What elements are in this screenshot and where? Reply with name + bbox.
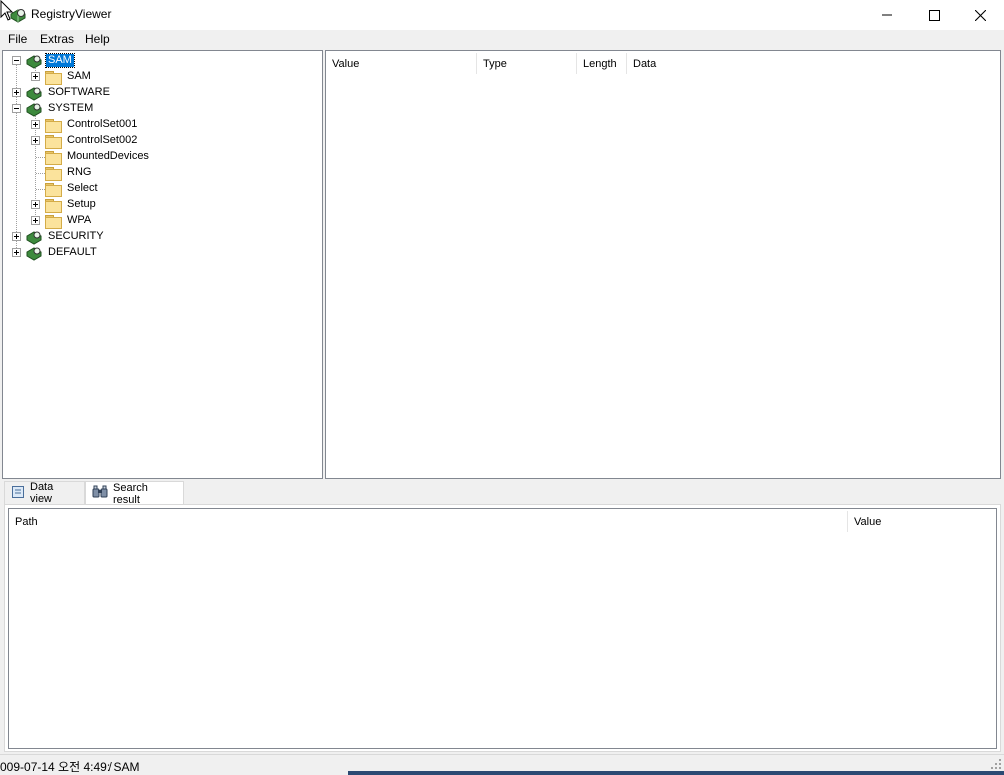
tree-node-label: SYSTEM xyxy=(48,102,94,114)
expand-toggle[interactable] xyxy=(31,120,40,129)
mouse-cursor-icon xyxy=(0,0,14,25)
folder-icon xyxy=(45,119,62,133)
registry-hive-icon xyxy=(25,53,43,72)
tab-label: Data view xyxy=(30,481,54,505)
tree-connector-line xyxy=(36,189,45,190)
expand-toggle[interactable] xyxy=(12,232,21,241)
expand-toggle[interactable] xyxy=(31,136,40,145)
tree-node-label: Select xyxy=(67,182,98,194)
maximize-button[interactable] xyxy=(911,0,957,30)
expand-toggle[interactable] xyxy=(31,216,40,225)
search-result-panel: Path Value xyxy=(4,504,1001,752)
document-icon xyxy=(11,485,25,502)
taskbar-edge xyxy=(348,771,1004,775)
tree-node-label: DEFAULT xyxy=(48,246,97,258)
window-title: RegistryViewer xyxy=(31,7,112,21)
tree-connector-line xyxy=(36,173,45,174)
menu-bar: File Extras Help xyxy=(0,30,1004,49)
status-text: 009-07-14 오전 4:49:̸ SAM xyxy=(0,760,140,774)
tab-label: Search result xyxy=(113,481,148,506)
folder-icon xyxy=(45,199,62,213)
tab-search-result[interactable]: Search result xyxy=(85,481,184,506)
tree-node-label: Setup xyxy=(67,198,96,210)
column-header-value[interactable]: Value xyxy=(326,52,476,76)
binoculars-icon xyxy=(92,485,108,502)
collapse-toggle[interactable] xyxy=(12,104,21,113)
tree-node-label: SAM xyxy=(45,53,75,68)
tree-node-label: SECURITY xyxy=(48,230,104,242)
menu-help[interactable]: Help xyxy=(81,32,114,46)
tree-node-label: WPA xyxy=(67,214,92,226)
collapse-toggle[interactable] xyxy=(12,56,21,65)
search-result-list[interactable]: Path Value xyxy=(8,508,997,749)
tree-node-label: SAM xyxy=(67,70,91,82)
menu-file[interactable]: File xyxy=(4,32,31,46)
tab-data-view[interactable]: Data view xyxy=(4,481,85,505)
column-header-path[interactable]: Path xyxy=(9,510,847,534)
folder-icon xyxy=(45,151,62,165)
tree-connector-line xyxy=(36,157,45,158)
tree-node-label: SOFTWARE xyxy=(48,86,110,98)
column-header-search-value[interactable]: Value xyxy=(848,510,996,534)
expand-toggle[interactable] xyxy=(12,88,21,97)
folder-icon xyxy=(45,135,62,149)
close-button[interactable] xyxy=(957,0,1003,30)
column-header-type[interactable]: Type xyxy=(477,52,576,76)
minimize-icon xyxy=(882,14,892,16)
minimize-button[interactable] xyxy=(864,0,910,30)
registry-tree[interactable]: SAM SAM SOFTWARE SYSTEM ControlSet001 Co… xyxy=(2,50,323,479)
tree-node-label: RNG xyxy=(67,166,92,178)
tree-node-label: ControlSet001 xyxy=(67,118,138,130)
tree-node-label: ControlSet002 xyxy=(67,134,138,146)
expand-toggle[interactable] xyxy=(31,200,40,209)
expand-toggle[interactable] xyxy=(12,248,21,257)
column-header-data[interactable]: Data xyxy=(627,52,997,76)
close-icon xyxy=(974,9,986,21)
column-header-length[interactable]: Length xyxy=(577,52,626,76)
menu-extras[interactable]: Extras xyxy=(36,32,78,46)
maximize-icon xyxy=(928,9,940,21)
folder-icon xyxy=(45,215,62,229)
folder-icon xyxy=(45,183,62,197)
title-bar: RegistryViewer xyxy=(0,0,1004,30)
tree-node-label: MountedDevices xyxy=(67,150,149,162)
registry-hive-icon xyxy=(25,245,43,264)
registry-hive-icon xyxy=(25,101,43,120)
folder-icon xyxy=(45,167,62,181)
folder-icon xyxy=(45,71,62,85)
values-list[interactable]: Value Type Length Data xyxy=(325,50,1001,479)
expand-toggle[interactable] xyxy=(31,72,40,81)
